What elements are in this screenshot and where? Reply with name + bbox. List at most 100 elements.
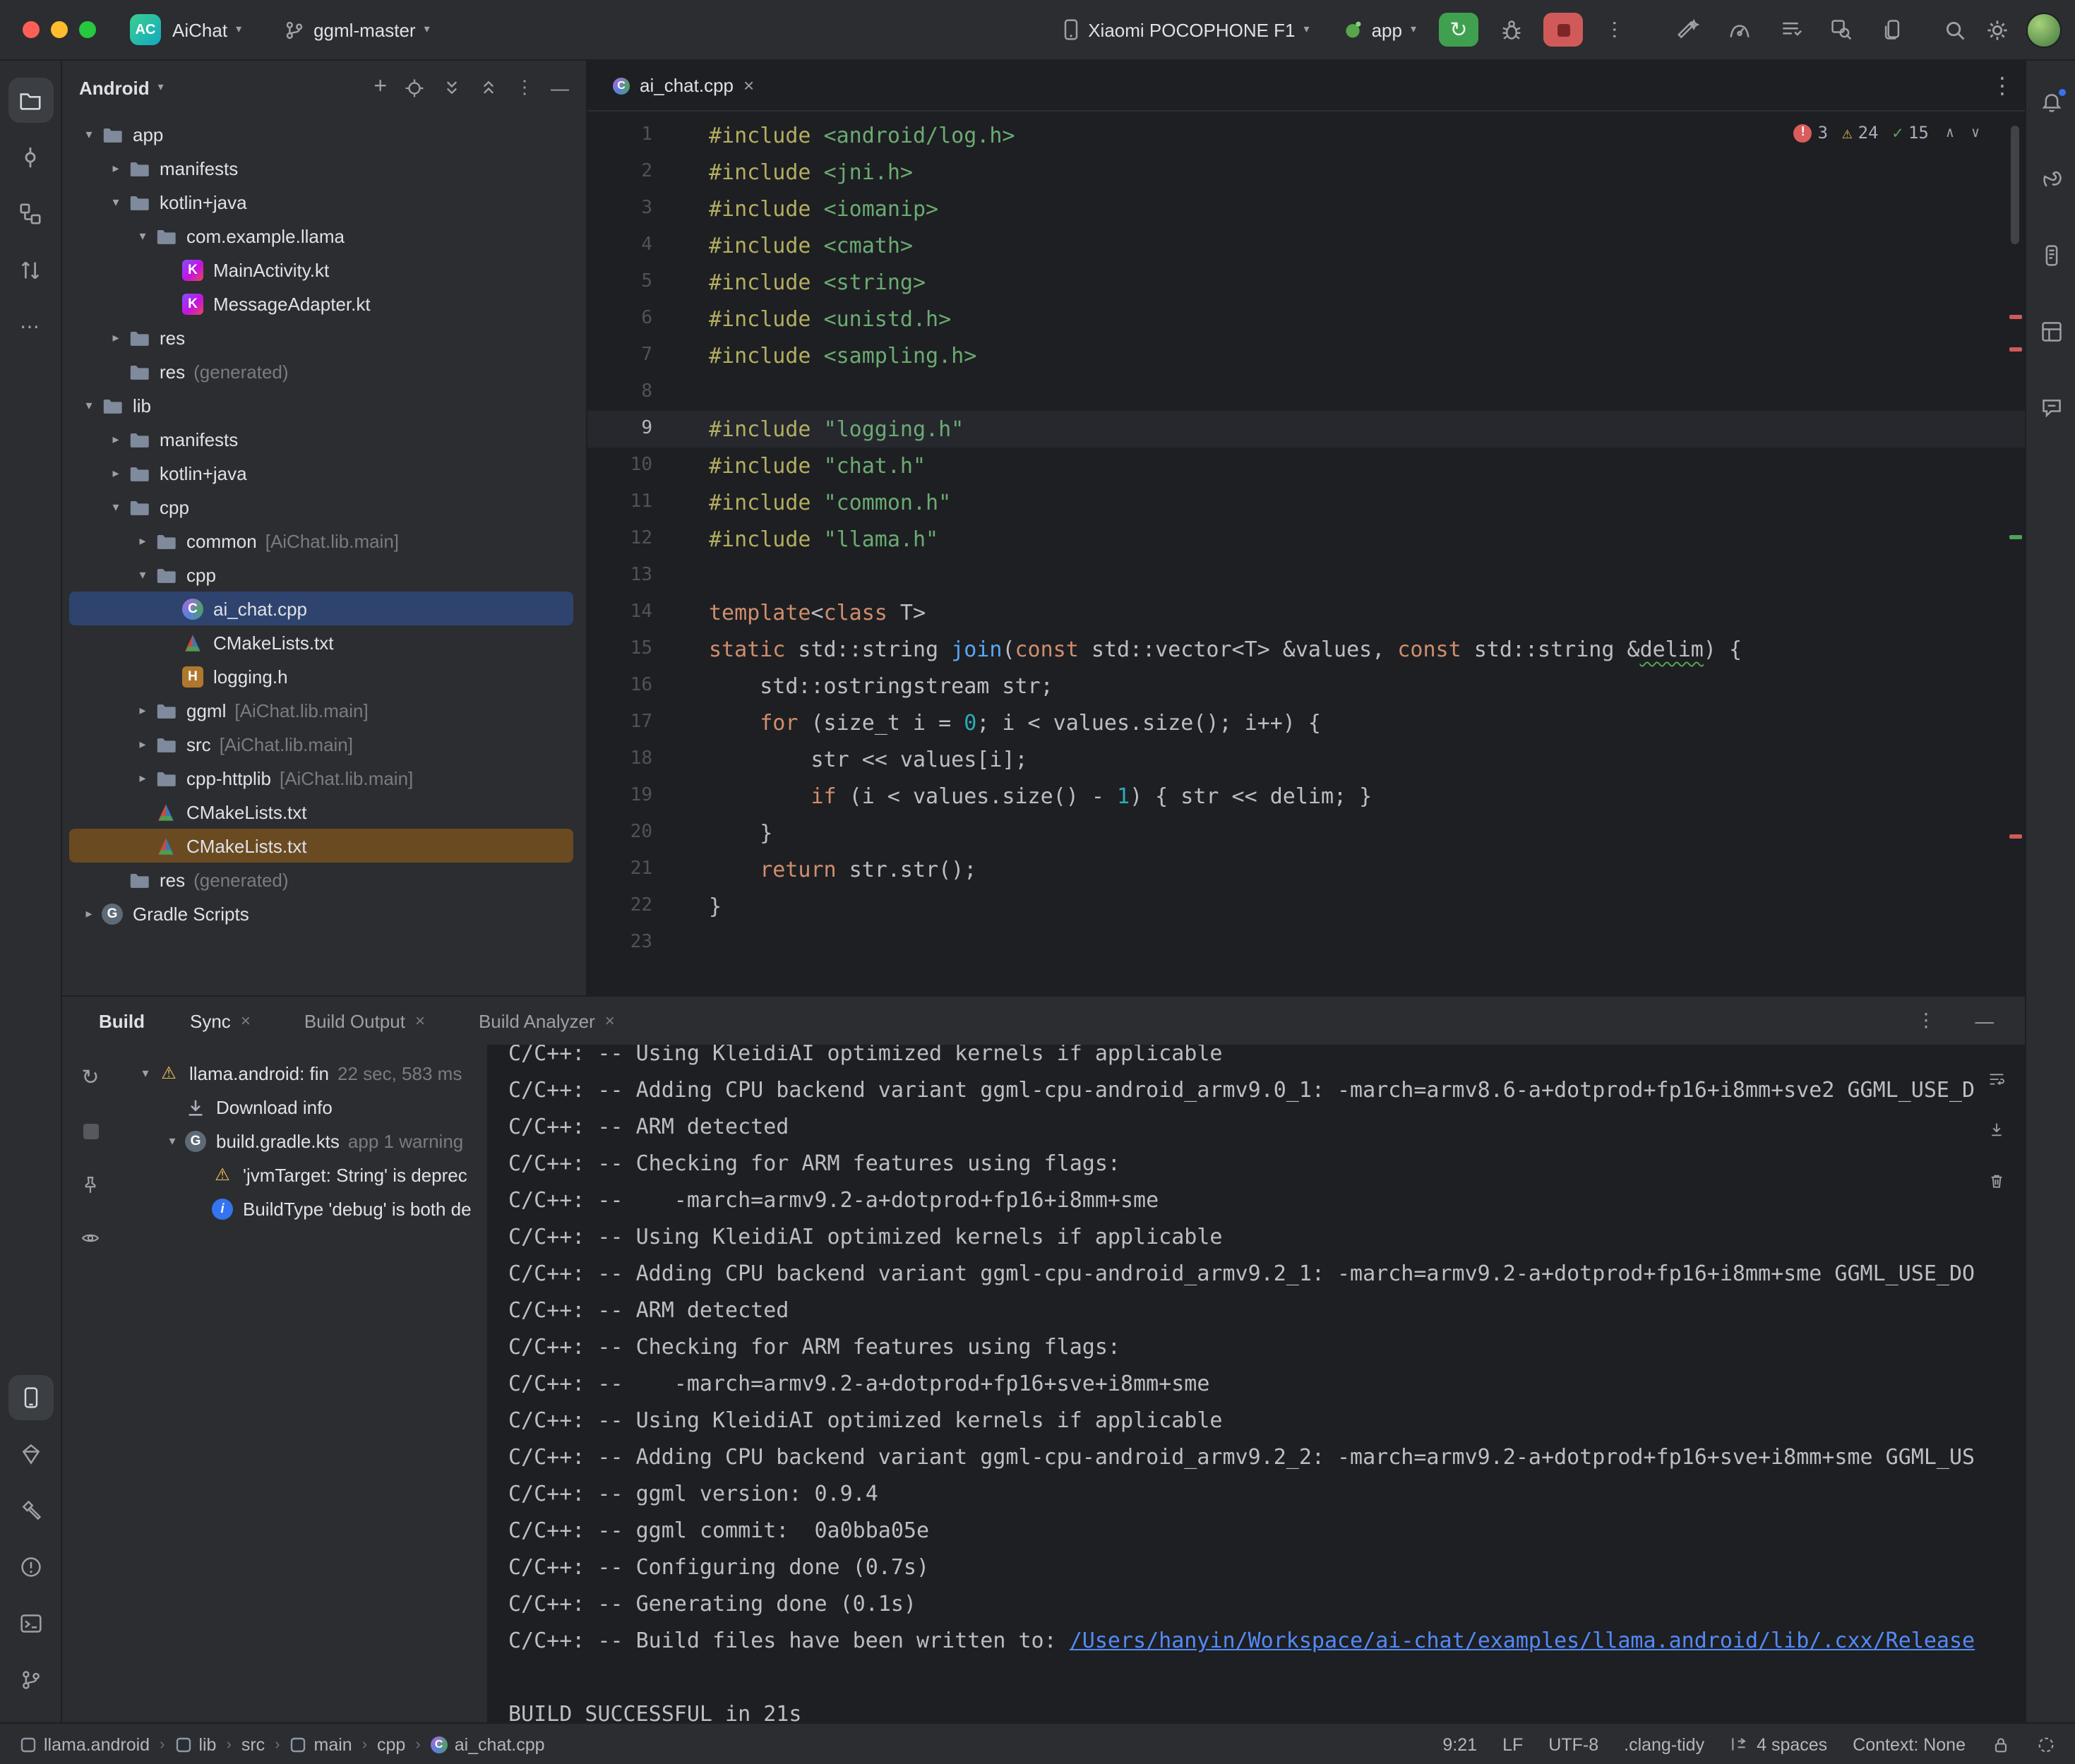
chevron-right-icon[interactable]: ▸ [104, 431, 127, 447]
build-panel-options-button[interactable]: ⋮ [1908, 1008, 1944, 1033]
tree-item[interactable]: ▾kotlin+java [69, 185, 573, 219]
tree-item[interactable]: Cai_chat.cpp [69, 592, 573, 625]
build-console[interactable]: C/C++: -- Using KleidiAI optimized kerne… [489, 1045, 2025, 1722]
chevron-down-icon[interactable]: ▾ [134, 1065, 157, 1081]
more-tool-windows-button[interactable]: ⋯ [8, 304, 53, 349]
gradle-tool-button[interactable] [2028, 157, 2074, 202]
structure-tool-button[interactable] [8, 191, 53, 236]
tree-item[interactable]: ▾Gbuild.gradle.ktsapp 1 warning [126, 1124, 480, 1158]
inspections-widget[interactable]: !3 ⚠24 ✓15 ∧ ∨ [1794, 123, 1980, 143]
show-passed-button[interactable] [72, 1220, 109, 1256]
clear-console-button[interactable] [1980, 1163, 2014, 1197]
device-explorer-button[interactable] [2028, 233, 2074, 278]
tree-item[interactable]: ▾⚠llama.android: fin22 sec, 583 ms [126, 1056, 480, 1090]
tree-item[interactable]: iBuildType 'debug' is both de [126, 1192, 480, 1225]
tree-item[interactable]: res(generated) [69, 863, 573, 896]
tree-item[interactable]: ▸GGradle Scripts [69, 896, 573, 930]
hide-build-panel-button[interactable]: — [1966, 1009, 2002, 1033]
line-separator[interactable]: LF [1502, 1734, 1523, 1754]
chevron-right-icon[interactable]: ▸ [104, 160, 127, 176]
breadcrumb-item[interactable]: main [290, 1734, 352, 1754]
next-problem-button[interactable]: ∨ [1971, 125, 1980, 140]
background-tasks-icon[interactable] [2036, 1734, 2056, 1754]
chevron-right-icon[interactable]: ▸ [131, 736, 154, 752]
tree-item[interactable]: ▾cpp [69, 490, 573, 524]
hide-panel-button[interactable]: — [551, 77, 569, 98]
error-stripe-mark[interactable] [2009, 347, 2022, 352]
zoom-window-button[interactable] [79, 21, 96, 38]
more-run-actions-button[interactable]: ⋯ [1594, 10, 1637, 49]
logcat-button[interactable] [1769, 10, 1812, 49]
soft-wrap-button[interactable] [1980, 1062, 2014, 1096]
device-mirror-button[interactable] [1871, 10, 1913, 49]
locate-file-button[interactable] [404, 77, 425, 98]
context-widget[interactable]: Context: None [1853, 1734, 1966, 1754]
project-selector[interactable]: AiChat ▾ [161, 10, 253, 49]
rerun-sync-button[interactable]: ↻ [72, 1059, 109, 1096]
tree-item[interactable]: KMainActivity.kt [69, 253, 573, 287]
breadcrumb-item[interactable]: src [241, 1734, 265, 1754]
settings-button[interactable] [1975, 10, 2018, 49]
tree-item[interactable]: ▾com.example.llama [69, 219, 573, 253]
tree-item[interactable]: CMakeLists.txt [69, 625, 573, 659]
tree-item[interactable]: ▸cpp-httplib[AiChat.lib.main] [69, 761, 573, 795]
tree-item[interactable]: KMessageAdapter.kt [69, 287, 573, 320]
ai-assistant-button[interactable] [1668, 10, 1710, 49]
build-tab-build-output[interactable]: Build Output× [296, 1009, 433, 1033]
stop-button[interactable] [1543, 13, 1583, 47]
tree-item[interactable]: res(generated) [69, 354, 573, 388]
error-stripe-mark[interactable] [2009, 535, 2022, 539]
stop-sync-button[interactable] [72, 1112, 109, 1149]
previous-problem-button[interactable]: ∧ [1946, 125, 1954, 140]
breadcrumb-item[interactable]: lib [174, 1734, 216, 1754]
search-everywhere-button[interactable] [1933, 10, 1975, 49]
chevron-right-icon[interactable]: ▸ [104, 465, 127, 481]
chevron-down-icon[interactable]: ▾ [78, 397, 100, 413]
tree-item[interactable]: CMakeLists.txt [69, 795, 573, 829]
tree-item[interactable]: Hlogging.h [69, 659, 573, 693]
indent-widget[interactable]: 4 spaces [1730, 1734, 1827, 1754]
tree-item[interactable]: ▸common[AiChat.lib.main] [69, 524, 573, 558]
rerun-button[interactable]: ↻ [1439, 13, 1478, 47]
build-tool-button[interactable] [8, 1488, 53, 1533]
tree-item[interactable]: ▾cpp [69, 558, 573, 592]
branch-selector[interactable]: ggml-master ▾ [273, 10, 441, 49]
close-tab-icon[interactable]: × [605, 1011, 615, 1031]
chevron-down-icon[interactable]: ▾ [161, 1133, 184, 1148]
app-inspection-button[interactable] [1820, 10, 1862, 49]
tree-item[interactable]: ▸manifests [69, 151, 573, 185]
build-tab-sync[interactable]: Sync× [181, 1009, 259, 1033]
profiler-button[interactable] [1718, 10, 1761, 49]
minimize-window-button[interactable] [51, 21, 68, 38]
file-encoding[interactable]: UTF-8 [1548, 1734, 1598, 1754]
build-output-path-link[interactable]: /Users/hanyin/Workspace/ai-chat/examples… [1070, 1628, 1975, 1653]
pin-button[interactable] [72, 1166, 109, 1203]
chevron-right-icon[interactable]: ▸ [131, 533, 154, 548]
editor-tab-options-button[interactable]: ⋮ [1991, 71, 2014, 100]
run-configuration-selector[interactable]: app ▾ [1332, 10, 1428, 49]
running-devices-tool-button[interactable] [8, 1375, 53, 1420]
chevron-right-icon[interactable]: ▸ [131, 702, 154, 718]
chevron-down-icon[interactable]: ▾ [78, 126, 100, 142]
tree-item[interactable]: ▸ggml[AiChat.lib.main] [69, 693, 573, 727]
error-stripe-mark[interactable] [2009, 834, 2022, 839]
tree-item[interactable]: ▾app [69, 117, 573, 151]
tree-item[interactable]: ▸res [69, 320, 573, 354]
close-window-button[interactable] [23, 21, 40, 38]
tree-item[interactable]: ▸kotlin+java [69, 456, 573, 490]
commit-tool-button[interactable] [8, 134, 53, 179]
caret-position[interactable]: 9:21 [1442, 1734, 1477, 1754]
tree-item[interactable]: ▸src[AiChat.lib.main] [69, 727, 573, 761]
close-tab-icon[interactable]: × [743, 75, 754, 96]
error-stripe[interactable] [2005, 112, 2025, 995]
tree-item[interactable]: Download info [126, 1090, 480, 1124]
chevron-right-icon[interactable]: ▸ [131, 770, 154, 786]
editor-tab[interactable]: C ai_chat.cpp × [599, 60, 768, 111]
chevron-right-icon[interactable]: ▸ [104, 330, 127, 345]
terminal-tool-button[interactable] [8, 1601, 53, 1646]
panel-options-button[interactable]: ⋮ [515, 76, 534, 99]
code-editor[interactable]: !3 ⚠24 ✓15 ∧ ∨ 1#inc [587, 112, 2025, 995]
lock-icon[interactable] [1991, 1734, 2011, 1754]
app-quality-insights-tool-button[interactable] [8, 1432, 53, 1477]
close-tab-icon[interactable]: × [241, 1011, 251, 1031]
